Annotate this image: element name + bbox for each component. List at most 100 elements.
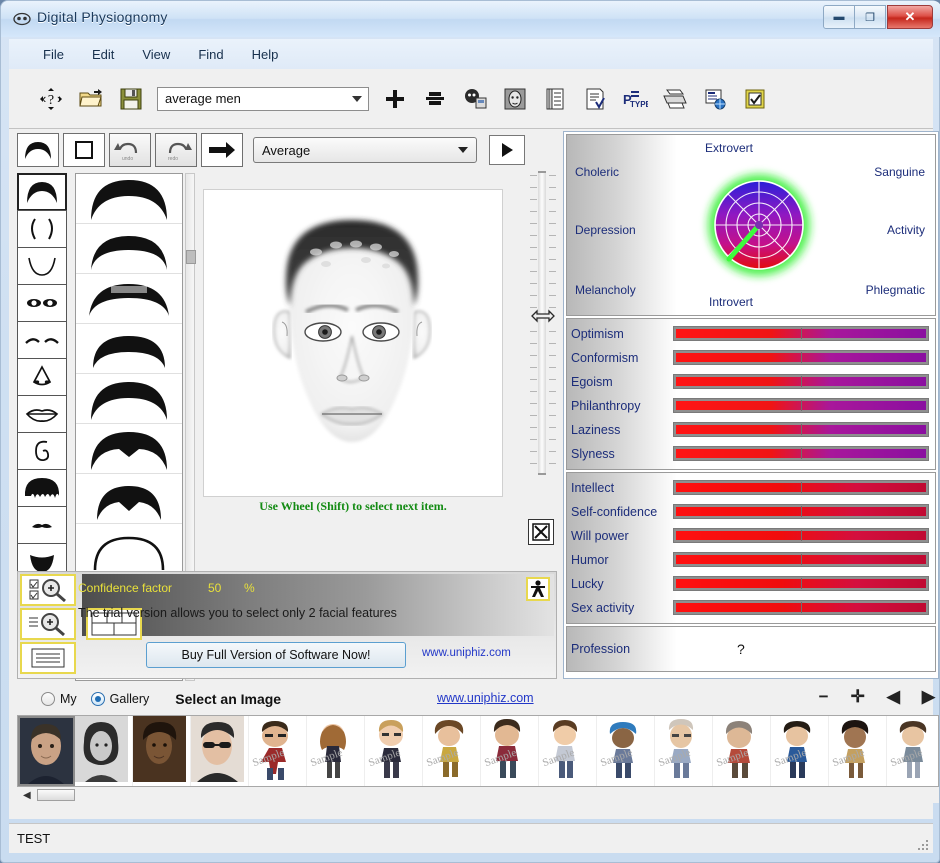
gallery-item[interactable]: Sample (365, 716, 423, 786)
thumbnail-item[interactable] (76, 324, 182, 374)
play-button[interactable] (489, 135, 525, 165)
feature-ear-icon[interactable] (17, 432, 67, 470)
gallery-item[interactable]: Sample (655, 716, 713, 786)
feature-face-sides-icon[interactable] (17, 210, 67, 248)
menu-bar: File Edit View Find Help (9, 39, 933, 69)
hair-shape-icon[interactable] (17, 133, 59, 167)
gallery-item[interactable]: Sample (539, 716, 597, 786)
face-portrait-canvas[interactable] (203, 189, 503, 497)
trait-label: Self-confidence (571, 505, 658, 519)
thumbnail-item[interactable] (76, 474, 182, 524)
feature-lips-icon[interactable] (17, 395, 67, 433)
menu-item-find[interactable]: Find (184, 44, 237, 65)
scroll-thumb[interactable] (36, 789, 75, 801)
thumbnail-item[interactable] (76, 274, 182, 324)
thumbnail-item[interactable] (76, 374, 182, 424)
gallery-item[interactable] (191, 716, 249, 786)
temperament-label-melancholy: Melancholy (575, 283, 636, 297)
gallery-item[interactable]: Sample (249, 716, 307, 786)
gallery-item[interactable]: Sample (307, 716, 365, 786)
trait-bar (673, 374, 929, 389)
gallery-prev-button[interactable]: ◀ (887, 687, 900, 707)
trait-label: Sex activity (571, 601, 635, 615)
feature-hairline-icon[interactable] (17, 173, 67, 211)
close-cross-icon[interactable] (528, 519, 554, 545)
gallery-next-button[interactable]: ▶ (922, 687, 935, 707)
feature-size-slider[interactable] (529, 171, 557, 475)
svg-text:‹: ‹ (42, 91, 46, 106)
list-lines-icon[interactable] (20, 642, 76, 674)
undo-icon[interactable]: undo (109, 133, 151, 167)
arrow-right-icon[interactable] (201, 133, 243, 167)
menu-item-view[interactable]: View (128, 44, 184, 65)
redo-icon[interactable]: redo (155, 133, 197, 167)
gallery-zoom-out-button[interactable]: − (819, 687, 829, 707)
checkbox-task-icon[interactable] (735, 79, 775, 119)
menu-item-file[interactable]: File (29, 44, 78, 65)
gallery-item[interactable]: Sample (713, 716, 771, 786)
scroll-knob[interactable] (186, 250, 196, 264)
thumbnail-item[interactable] (76, 524, 182, 574)
feature-eyebrows-icon[interactable] (17, 321, 67, 359)
portrait-icon[interactable] (495, 79, 535, 119)
gallery-item[interactable]: Sample (423, 716, 481, 786)
thumbnail-item[interactable] (76, 224, 182, 274)
identify-icon[interactable]: ? ‹ › (31, 79, 71, 119)
scroll-left-icon[interactable]: ◀ (23, 790, 31, 801)
gallery-thumbnail-strip[interactable]: Sample Sample Sample Sample Sample Sampl… (17, 715, 939, 787)
gallery-item[interactable] (18, 716, 75, 786)
gallery-scrollbar[interactable]: ◀ (17, 787, 939, 803)
zoom-in-checks-icon[interactable] (20, 574, 76, 606)
gallery-item[interactable]: Sample (481, 716, 539, 786)
thumbnail-item[interactable] (76, 174, 182, 224)
maximize-button[interactable]: ❐ (855, 5, 886, 29)
person-icon[interactable] (526, 577, 550, 601)
gallery-item[interactable]: Sample (597, 716, 655, 786)
profession-box: Profession ? (566, 626, 936, 672)
temperament-label-introvert: Introvert (709, 295, 754, 309)
trait-row: Humor (567, 548, 935, 572)
menu-item-help[interactable]: Help (238, 44, 293, 65)
minimize-button[interactable]: ▬ (823, 5, 855, 29)
radio-my-label: My (60, 692, 77, 706)
close-button[interactable]: ✕ (887, 5, 933, 29)
preset-combo[interactable]: average men (157, 86, 369, 111)
open-folder-icon[interactable] (71, 79, 111, 119)
report-icon[interactable] (575, 79, 615, 119)
export-web-icon[interactable] (695, 79, 735, 119)
gallery-item[interactable]: Sample (829, 716, 887, 786)
slider-handle[interactable] (531, 309, 555, 323)
feature-eyes-icon[interactable] (17, 284, 67, 322)
resize-grip-icon[interactable] (917, 839, 929, 851)
gallery-item[interactable] (75, 716, 133, 786)
radio-gallery[interactable]: Gallery (90, 692, 149, 706)
menu-item-edit[interactable]: Edit (78, 44, 128, 65)
print-icon[interactable] (655, 79, 695, 119)
radio-dot-icon (90, 692, 105, 706)
add-icon[interactable] (375, 79, 415, 119)
feature-chin-icon[interactable] (17, 247, 67, 285)
list-icon[interactable] (535, 79, 575, 119)
feature-mustache-icon[interactable] (17, 506, 67, 544)
zoom-in-lines-icon[interactable] (20, 608, 76, 640)
thumbnail-item[interactable] (76, 424, 182, 474)
gallery-item[interactable] (133, 716, 191, 786)
gallery-zoom-in-button[interactable]: ✛ (851, 687, 865, 707)
mode-combo[interactable]: Average (253, 137, 477, 163)
buy-full-version-button[interactable]: Buy Full Version of Software Now! (146, 642, 406, 668)
radio-my[interactable]: My (41, 692, 77, 706)
trait-bar (673, 480, 929, 495)
trial-website-link[interactable]: www.uniphiz.com (422, 647, 511, 659)
trait-label: Egoism (571, 375, 613, 389)
save-disk-icon[interactable] (111, 79, 151, 119)
remove-icon[interactable] (415, 79, 455, 119)
ptype-icon[interactable]: P TYPE (615, 79, 655, 119)
gallery-item[interactable]: Sample (887, 716, 938, 786)
gallery-item[interactable]: Sample (771, 716, 829, 786)
gallery-website-link[interactable]: www.uniphiz.com (437, 691, 534, 705)
feature-hair-icon[interactable] (17, 469, 67, 507)
feature-nose-icon[interactable] (17, 358, 67, 396)
traits-group-two-box: Intellect Self-confidence Will power Hum… (566, 472, 936, 624)
rectangle-icon[interactable] (63, 133, 105, 167)
face-capture-icon[interactable] (455, 79, 495, 119)
